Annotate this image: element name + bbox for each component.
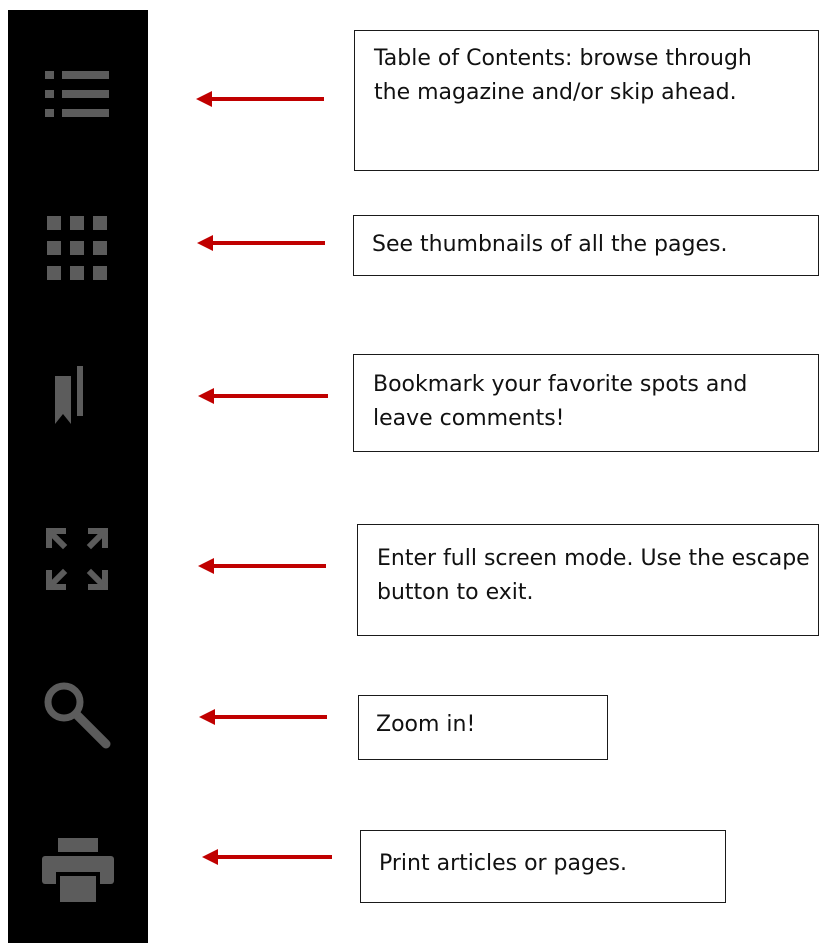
callout-thumbnails: See thumbnails of all the pages. bbox=[353, 215, 819, 276]
callout-table-of-contents-text: Table of Contents: browse through the ma… bbox=[374, 46, 752, 105]
arrow-to-zoom bbox=[199, 709, 327, 725]
arrow-to-thumbnails bbox=[197, 235, 325, 251]
callout-bookmark-text: Bookmark your favorite spots and leave c… bbox=[373, 372, 748, 431]
callout-bookmark: Bookmark your favorite spots and leave c… bbox=[353, 354, 819, 452]
arrow-to-print bbox=[202, 849, 332, 865]
callout-zoom: Zoom in! bbox=[358, 695, 608, 760]
print-icon[interactable] bbox=[42, 838, 114, 902]
callout-print: Print articles or pages. bbox=[360, 830, 726, 903]
zoom-search-icon[interactable] bbox=[42, 680, 114, 752]
callout-zoom-text: Zoom in! bbox=[376, 712, 476, 737]
arrow-to-toc bbox=[196, 91, 324, 107]
callout-thumbnails-text: See thumbnails of all the pages. bbox=[372, 232, 728, 257]
bookmark-icon[interactable] bbox=[55, 366, 91, 424]
callout-table-of-contents: Table of Contents: browse through the ma… bbox=[354, 30, 819, 171]
callout-fullscreen-text: Enter full screen mode. Use the escape b… bbox=[377, 546, 810, 605]
fullscreen-icon[interactable] bbox=[46, 528, 108, 590]
arrow-to-fullscreen bbox=[198, 558, 326, 574]
callout-fullscreen: Enter full screen mode. Use the escape b… bbox=[357, 524, 819, 636]
thumbnails-grid-icon[interactable] bbox=[47, 216, 107, 280]
reader-toolbar bbox=[8, 10, 148, 943]
callout-print-text: Print articles or pages. bbox=[379, 851, 627, 876]
arrow-to-bookmark bbox=[198, 388, 328, 404]
table-of-contents-icon[interactable] bbox=[45, 66, 109, 122]
